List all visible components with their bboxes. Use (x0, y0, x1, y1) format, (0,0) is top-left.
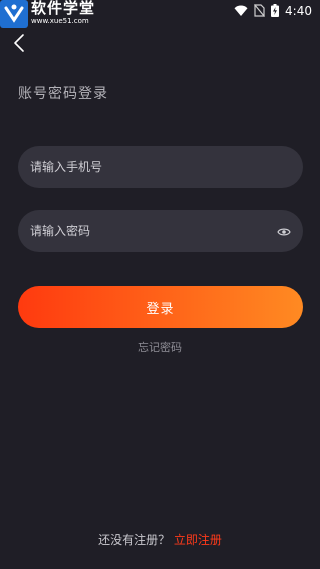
chevron-left-icon (10, 34, 30, 57)
battery-charging-icon (271, 2, 280, 21)
forgot-password-link[interactable]: 忘记密码 (0, 339, 320, 355)
login-button[interactable]: 登录 (18, 286, 303, 328)
register-link[interactable]: 立即注册 (174, 533, 222, 547)
password-input[interactable] (30, 210, 270, 252)
watermark: 软件学堂 www.xue51.com (0, 0, 95, 28)
status-time: 4:40 (285, 4, 312, 18)
status-bar: 软件学堂 www.xue51.com 4:40 (0, 0, 320, 28)
back-button[interactable] (10, 33, 30, 53)
phone-field-container (18, 146, 303, 188)
login-screen: 软件学堂 www.xue51.com 4:40 账号密码登录 请输入手机号 登录… (0, 0, 320, 569)
register-row: 还没有注册？ 立即注册 (0, 531, 320, 548)
watermark-url: www.xue51.com (31, 17, 89, 25)
forgot-password-label[interactable]: 忘记密码 (138, 341, 182, 354)
status-icons: 4:40 (234, 3, 312, 19)
watermark-logo-icon (0, 0, 28, 28)
phone-input[interactable] (30, 146, 270, 188)
password-field-container (18, 210, 303, 252)
register-prompt: 还没有注册？ (98, 533, 171, 547)
page-title: 账号密码登录 (18, 86, 108, 102)
no-sim-icon (254, 2, 266, 21)
wifi-icon (234, 2, 248, 21)
watermark-title: 软件学堂 (31, 0, 96, 17)
eye-icon[interactable] (277, 224, 291, 238)
